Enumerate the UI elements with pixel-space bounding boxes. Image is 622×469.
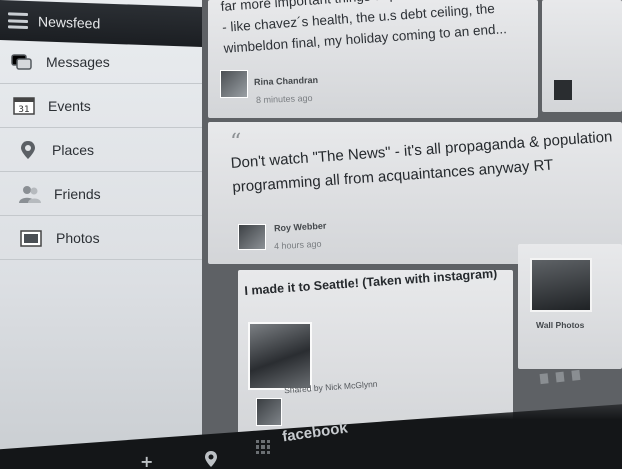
post-photo[interactable]: [248, 322, 312, 390]
sidebar-item-label: Friends: [54, 185, 101, 202]
sidebar-item-friends[interactable]: Friends: [0, 172, 202, 216]
post-author[interactable]: Roy Webber: [274, 221, 327, 234]
news-feed: far more important things to ponder and …: [202, 0, 622, 469]
wall-photos-label: Wall Photos: [536, 320, 585, 330]
map-pin-icon: [16, 140, 40, 160]
messages-icon: [10, 52, 34, 72]
feed-post[interactable]: “ Don't watch "The News" - it's all prop…: [208, 122, 622, 264]
sidebar-item-label: Photos: [56, 229, 100, 246]
wall-photo[interactable]: [530, 258, 592, 312]
location-icon[interactable]: [204, 450, 218, 469]
feed-post-partial[interactable]: [542, 0, 622, 112]
calendar-icon: 31: [12, 96, 36, 116]
sidebar-item-places[interactable]: Places: [0, 128, 202, 172]
sidebar-title: Newsfeed: [38, 13, 101, 32]
feed-post[interactable]: far more important things to ponder and …: [208, 0, 538, 118]
plus-icon[interactable]: +: [140, 452, 153, 469]
sidebar-nav: Messages 31 Events Places Friends Photos: [0, 40, 202, 260]
post-text: Don't watch "The News" - it's all propag…: [230, 128, 613, 196]
sidebar-item-messages[interactable]: Messages: [0, 40, 202, 84]
post-time: 4 hours ago: [273, 238, 322, 252]
friends-icon: [18, 184, 42, 204]
apps-grid-icon[interactable]: [256, 440, 270, 454]
sidebar-item-photos[interactable]: Photos: [0, 216, 202, 260]
sidebar: Newsfeed Messages 31 Events Places Frien…: [0, 0, 202, 469]
post-title: I made it to Seattle! (Taken with instag…: [244, 270, 498, 298]
wall-photos-card[interactable]: Wall Photos: [518, 244, 622, 369]
control-icon[interactable]: [539, 373, 549, 385]
avatar[interactable]: [238, 224, 266, 250]
post-author[interactable]: Rina Chandran: [254, 75, 318, 87]
control-icon[interactable]: [555, 371, 565, 383]
sidebar-item-label: Messages: [46, 53, 110, 70]
avatar[interactable]: [256, 398, 282, 426]
control-icon[interactable]: [571, 369, 581, 381]
post-thumbnail[interactable]: [554, 80, 572, 100]
photos-icon: [20, 228, 44, 248]
avatar[interactable]: [220, 70, 248, 98]
feed-post[interactable]: I made it to Seattle! (Taken with instag…: [238, 270, 513, 440]
sidebar-item-events[interactable]: 31 Events: [0, 84, 202, 128]
svg-text:31: 31: [18, 105, 29, 115]
post-time: 8 minutes ago: [255, 93, 313, 105]
sidebar-item-label: Places: [52, 141, 95, 158]
menu-icon[interactable]: [8, 12, 28, 29]
sidebar-item-label: Events: [48, 97, 91, 114]
post-text: far more important things to ponder and …: [220, 0, 518, 56]
